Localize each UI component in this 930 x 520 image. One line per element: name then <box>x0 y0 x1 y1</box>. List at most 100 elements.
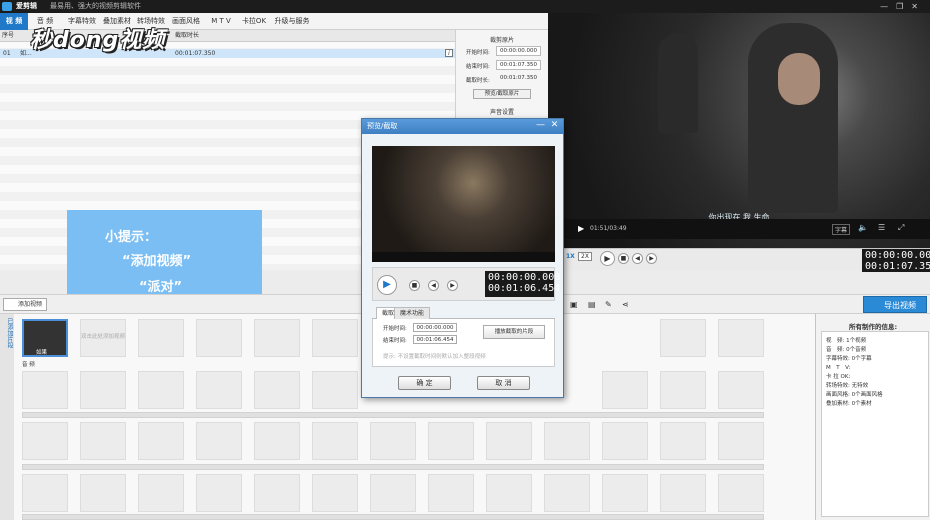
tab-mtv[interactable]: M T V <box>206 13 236 30</box>
dialog-play-button[interactable]: ▶ <box>377 275 397 295</box>
info-row: 卡 拉 OK: <box>826 374 851 380</box>
scene-figure <box>658 33 698 133</box>
window-controls: —❐✕ <box>880 0 926 13</box>
dialog-time-display: 00:00:00.000 00:01:06.454 <box>485 271 561 297</box>
info-box: 视 频: 1个视频 音 频: 0个音频 字幕特效: 0个字幕 M T V: 卡 … <box>821 331 929 517</box>
tab-video[interactable]: 视 频 <box>0 13 28 30</box>
main-player-bar: 1X 2X ▶ ■ ◀ ▶ 00:00:00.000 00:01:07.350 <box>548 248 930 272</box>
dialog-tabs: 截取 魔术功能 <box>372 307 555 319</box>
main-time-total: 00:01:07.350 <box>865 261 930 272</box>
play-trimmed-button[interactable]: 播放截取的片段 <box>483 325 545 339</box>
minimize-button[interactable]: — <box>880 2 896 11</box>
info-panel: 所有制作的信息: 视 频: 1个视频 音 频: 0个音频 字幕特效: 0个字幕 … <box>815 314 930 520</box>
dialog-time-total: 00:01:06.454 <box>488 283 561 294</box>
dialog-minimize-button[interactable]: — <box>534 120 547 132</box>
dialog-end-input[interactable]: 00:01:06.454 <box>413 335 457 344</box>
dialog-trim-panel: 开始时间: 00:00:00.000 结束时间: 00:01:06.454 播放… <box>372 319 555 367</box>
duration-value: 00:01:07.350 <box>500 75 537 81</box>
dialog-close-button[interactable]: ✕ <box>548 120 561 132</box>
tip-title: 小提示： <box>105 230 158 245</box>
playlist-icon[interactable]: ☰ <box>878 223 885 232</box>
tip-line-1: “添加视频” <box>122 254 192 269</box>
dialog-stop-button[interactable]: ■ <box>409 280 420 291</box>
video-controls: ▶ 01:51/03:49 字幕 🔈 ☰ ⤢ <box>548 219 930 239</box>
add-video-button[interactable]: 添加视频 <box>3 298 47 311</box>
dialog-prev-button[interactable]: ◀ <box>428 280 439 291</box>
edit-icon[interactable]: ✎ <box>605 300 612 309</box>
watermark-logo: 秒dong视频 <box>30 28 166 53</box>
open-folder-icon[interactable]: ▣ <box>570 300 578 309</box>
dialog-cancel-button[interactable]: 取 消 <box>477 376 530 390</box>
preview-trim-dialog: 预览/截取 — ✕ ▶ ■ ◀ ▶ 00:00:00.000 00:01:06.… <box>361 118 564 398</box>
dialog-title: 预览/截取 <box>362 119 563 134</box>
scene-face <box>778 53 820 105</box>
title-bar: 爱剪辑 最易用、强大的视频剪辑软件 —❐✕ <box>0 0 930 13</box>
info-title: 所有制作的信息: <box>848 323 898 331</box>
end-time-row: 结束时间: 00:01:07.350 <box>456 60 548 72</box>
video-time: 01:51/03:49 <box>590 225 627 232</box>
row-duration: 00:01:07.350 <box>175 50 216 57</box>
dialog-hint: 提示: 不设置截取时间则默认加入整段视频 <box>383 354 486 360</box>
info-row: 画面风格: 0个画面风格 <box>826 392 883 398</box>
dialog-ok-button[interactable]: 确 定 <box>398 376 451 390</box>
sound-section-title: 声音设置 <box>489 109 514 116</box>
speed-2x[interactable]: 2X <box>578 252 592 261</box>
info-row: M T V: <box>826 365 851 371</box>
tab-upgrade[interactable]: 升级与服务 <box>272 13 312 30</box>
tab-style[interactable]: 画面风格 <box>168 13 204 30</box>
add-video-label: 添加视频 <box>18 301 43 308</box>
dialog-player-bar: ▶ ■ ◀ ▶ 00:00:00.000 00:01:06.454 <box>372 267 561 301</box>
video-preview[interactable]: 你出现在 我 生命 <box>548 13 930 248</box>
end-time-label: 结束时间: <box>466 64 490 70</box>
info-row: 转场特效: 无特效 <box>826 383 869 389</box>
tab-karaoke[interactable]: 卡拉OK <box>238 13 270 30</box>
export-video-button[interactable]: 导出视频 <box>863 296 927 313</box>
dialog-end-label: 结束时间: <box>383 338 407 344</box>
tab-magic[interactable]: 魔术功能 <box>394 307 431 319</box>
col-index-header: 序号 <box>2 32 15 39</box>
main-play-button[interactable]: ▶ <box>600 251 615 266</box>
main-time-display: 00:00:00.000 00:01:07.350 <box>862 249 930 272</box>
info-row: 叠加素材: 0个素材 <box>826 401 872 407</box>
add-video-placeholder[interactable]: 双击此处添加视频 <box>80 319 126 357</box>
col-duration-header: 截取时长 <box>175 32 200 39</box>
main-prev-frame-button[interactable]: ◀ <box>632 253 643 264</box>
info-row: 视 频: 1个视频 <box>826 338 867 344</box>
tip-line-2: “派对” <box>139 280 183 295</box>
app-name: 爱剪辑 <box>16 2 37 10</box>
preview-trim-button[interactable]: 预览/截取原片 <box>473 89 531 99</box>
speed-1x[interactable]: 1X <box>566 253 575 260</box>
trim-section-title: 裁剪原片 <box>489 37 514 44</box>
subtitle-toggle-icon[interactable]: 字幕 <box>832 224 851 235</box>
maximize-button[interactable]: ❐ <box>896 2 911 11</box>
row-index: 01 <box>3 50 11 57</box>
fullscreen-icon[interactable]: ⤢ <box>898 223 904 233</box>
dialog-time-current: 00:00:00.000 <box>488 272 561 283</box>
app-logo-icon <box>2 2 12 11</box>
duration-label: 截取时长: <box>466 78 490 84</box>
main-stop-button[interactable]: ■ <box>618 253 629 264</box>
tip-box: 小提示： “添加视频” “派对” <box>67 210 262 307</box>
save-icon[interactable]: ▤ <box>588 300 596 309</box>
main-time-current: 00:00:00.000 <box>865 250 930 261</box>
app-slogan: 最易用、强大的视频剪辑软件 <box>50 2 141 10</box>
play-icon[interactable]: ▶ <box>578 224 584 233</box>
dialog-start-label: 开始时间: <box>383 326 407 332</box>
export-label: 导出视频 <box>884 301 916 310</box>
start-time-label: 开始时间: <box>466 50 490 56</box>
info-row: 音 频: 0个音频 <box>826 347 867 353</box>
share-icon[interactable]: ⋖ <box>622 300 629 309</box>
main-next-frame-button[interactable]: ▶ <box>646 253 657 264</box>
end-time-field[interactable]: 00:01:07.350 <box>496 60 541 70</box>
dialog-video-controls <box>372 252 555 262</box>
dialog-video[interactable] <box>372 146 555 252</box>
dialog-next-button[interactable]: ▶ <box>447 280 458 291</box>
volume-icon[interactable]: 🔈 <box>858 223 868 232</box>
start-time-field[interactable]: 00:00:00.000 <box>496 46 541 56</box>
info-icon[interactable]: i <box>445 49 453 57</box>
start-time-row: 开始时间: 00:00:00.000 <box>456 46 548 58</box>
duration-row: 截取时长: 00:01:07.350 <box>456 74 548 86</box>
close-button[interactable]: ✕ <box>911 2 926 11</box>
dialog-start-input[interactable]: 00:00:00.000 <box>413 323 457 332</box>
scene-figure <box>748 23 838 213</box>
